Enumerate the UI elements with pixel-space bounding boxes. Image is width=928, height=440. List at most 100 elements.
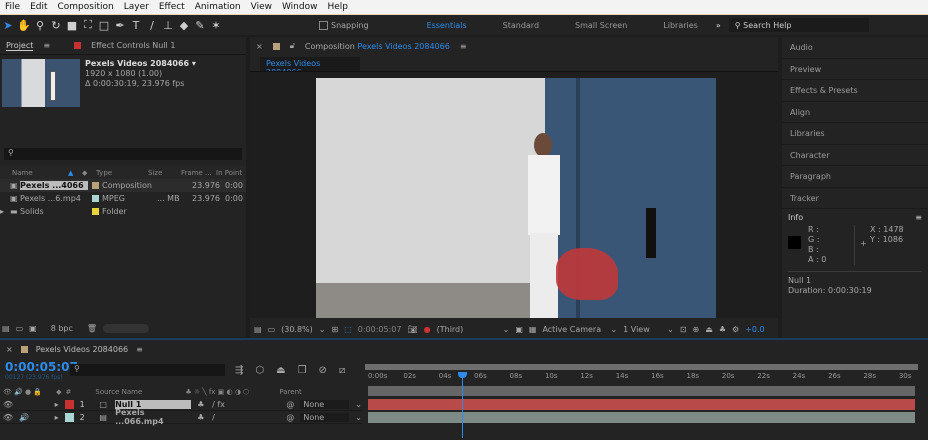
switches[interactable]: ♣ /	[197, 413, 280, 422]
tab-timeline[interactable]: Pexels Videos 2084066	[36, 345, 128, 354]
lock-icon[interactable]: 🔓︎	[290, 41, 295, 51]
menu-animation[interactable]: Animation	[190, 2, 246, 12]
menu-window[interactable]: Window	[277, 2, 323, 12]
search-help-input[interactable]: ⚲ Search Help	[728, 18, 869, 32]
tab-composition-name[interactable]: Pexels Videos 2084066	[357, 42, 449, 51]
brush-tool-icon[interactable]: /	[144, 19, 160, 32]
zoom-dropdown[interactable]: (30.8%)	[281, 325, 313, 334]
label-swatch[interactable]	[64, 412, 74, 422]
fast-previews-icon[interactable]: ⊕	[693, 325, 700, 334]
label-swatch[interactable]	[64, 399, 74, 409]
tab-effect-controls[interactable]: Effect Controls Null 1	[91, 41, 175, 50]
always-preview-icon[interactable]: ▤	[254, 325, 262, 334]
panel-effects-presets[interactable]: Effects & Presets	[782, 80, 928, 102]
frame-blending-icon[interactable]: ❐	[298, 365, 307, 376]
panel-audio[interactable]: Audio	[782, 37, 928, 59]
switches[interactable]: ♣ / fx	[197, 400, 280, 409]
safe-margins-icon[interactable]: ⊞	[331, 325, 338, 334]
col-type[interactable]: Type	[96, 169, 148, 177]
menu-view[interactable]: View	[246, 2, 277, 12]
comp-mini-flowchart-icon[interactable]: ⇶	[235, 365, 243, 376]
rotate-tool-icon[interactable]: ↻	[48, 19, 64, 32]
zoom-tool-icon[interactable]: ⚲	[32, 19, 48, 32]
timeline-icon[interactable]: ⏏	[705, 325, 713, 334]
panel-preview[interactable]: Preview	[782, 59, 928, 80]
menu-layer[interactable]: Layer	[119, 2, 154, 12]
exposure-value[interactable]: +0.0	[745, 325, 764, 334]
composition-viewer[interactable]	[250, 71, 778, 318]
flowchart-icon[interactable]: ♣	[719, 325, 726, 334]
workspace-standard[interactable]: Standard	[485, 21, 557, 30]
timeline-current-time[interactable]: 0:00:05:07	[5, 360, 78, 374]
more-workspaces-button[interactable]: »	[716, 21, 721, 30]
project-item-name[interactable]: Pexels ...4066	[20, 181, 88, 190]
layer-name[interactable]: Pexels ...066.mp4	[115, 408, 191, 426]
menu-file[interactable]: File	[0, 2, 25, 12]
pan-behind-tool-icon[interactable]: ⛶	[80, 18, 96, 32]
parent-dropdown[interactable]: None	[300, 399, 350, 409]
current-time[interactable]: 0:00:05:07	[358, 325, 402, 334]
toggle-pixel-aspect-icon[interactable]: ⊡	[680, 325, 687, 334]
exposure-reset-icon[interactable]: ⚙	[732, 325, 739, 334]
clone-stamp-tool-icon[interactable]: ⊥	[160, 19, 176, 32]
close-icon[interactable]: ×	[256, 42, 263, 51]
panel-tracker[interactable]: Tracker	[782, 188, 928, 209]
parent-dropdown[interactable]: None	[300, 412, 350, 422]
roi-icon[interactable]: ▣	[515, 325, 523, 334]
scrollbar[interactable]	[103, 324, 150, 333]
panel-menu-icon[interactable]: ≡	[460, 42, 467, 51]
pick-whip-icon[interactable]: @	[286, 413, 294, 422]
workspace-essentials[interactable]: Essentials	[409, 21, 485, 30]
project-item-name[interactable]: Pexels ...6.mp4	[20, 194, 88, 203]
hand-tool-icon[interactable]: ✋	[16, 19, 32, 32]
col-in-point[interactable]: In Point	[216, 169, 242, 177]
new-folder-icon[interactable]: ▭	[16, 324, 24, 333]
project-row[interactable]: ▸ ▬ Solids Folder	[0, 205, 246, 218]
panel-libraries[interactable]: Libraries	[782, 123, 928, 145]
panel-character[interactable]: Character	[782, 145, 928, 166]
new-composition-icon[interactable]: ▣	[29, 324, 37, 333]
layer-duration-bar[interactable]	[368, 412, 915, 423]
mask-visibility-icon[interactable]: ⬚	[344, 325, 352, 334]
pick-whip-icon[interactable]: @	[286, 400, 294, 409]
col-parent[interactable]: Parent	[279, 388, 301, 396]
type-tool-icon[interactable]: T	[128, 19, 144, 32]
col-size[interactable]: Size	[148, 169, 181, 177]
panel-menu-icon[interactable]: ≡	[915, 213, 922, 222]
project-row[interactable]: ▣ Pexels ...4066 Composition 23.976 0:00	[0, 179, 246, 192]
camera-tool-icon[interactable]: ■	[64, 19, 80, 32]
pen-tool-icon[interactable]: ✒	[112, 19, 128, 32]
menu-help[interactable]: Help	[322, 2, 353, 12]
puppet-tool-icon[interactable]: ✶	[208, 19, 224, 32]
shy-layers-icon[interactable]: ⏏	[276, 365, 285, 376]
visibility-icon[interactable]: 👁	[3, 413, 13, 422]
view-layout-dropdown[interactable]: 1 View	[623, 325, 661, 334]
layer-duration-bar[interactable]	[368, 399, 915, 410]
col-frame[interactable]: Frame ...	[181, 169, 216, 177]
timeline-search-input[interactable]: ⚲	[70, 364, 225, 376]
trash-icon[interactable]: 🗑	[87, 324, 97, 333]
motion-blur-icon[interactable]: ⊘	[319, 365, 327, 376]
transparency-grid-icon[interactable]: ▦	[529, 325, 537, 334]
audio-icon[interactable]: 🔊	[19, 413, 42, 422]
project-item-name[interactable]: Solids	[20, 207, 88, 216]
layer-row[interactable]: 👁 🔊 ▸ 2 ▤ Pexels ...066.mp4 ♣ / @ None ⌄	[0, 408, 362, 426]
snapping-checkbox[interactable]	[319, 20, 328, 30]
bpc-button[interactable]: 8 bpc	[43, 324, 81, 333]
workspace-libraries[interactable]: Libraries	[645, 21, 716, 30]
camera-dropdown[interactable]: Active Camera	[542, 325, 604, 334]
menu-composition[interactable]: Composition	[53, 2, 119, 12]
draft-3d-icon[interactable]: ⬡	[255, 365, 264, 376]
panel-menu-icon[interactable]: ≡	[43, 41, 50, 50]
rectangle-tool-icon[interactable]: □	[96, 19, 112, 32]
playhead[interactable]	[457, 372, 467, 438]
project-row[interactable]: ▣ Pexels ...6.mp4 MPEG ... MB 23.976 0:00	[0, 192, 246, 205]
col-name[interactable]: Name	[0, 169, 68, 177]
expand-arrow-icon[interactable]: ▸	[0, 207, 10, 216]
tab-composition-prefix[interactable]: Composition	[305, 42, 355, 51]
close-icon[interactable]: ×	[6, 345, 13, 354]
graph-editor-icon[interactable]: ⧄	[339, 365, 345, 376]
menu-effect[interactable]: Effect	[154, 2, 190, 12]
panel-align[interactable]: Align	[782, 102, 928, 123]
workspace-small-screen[interactable]: Small Screen	[557, 21, 645, 30]
